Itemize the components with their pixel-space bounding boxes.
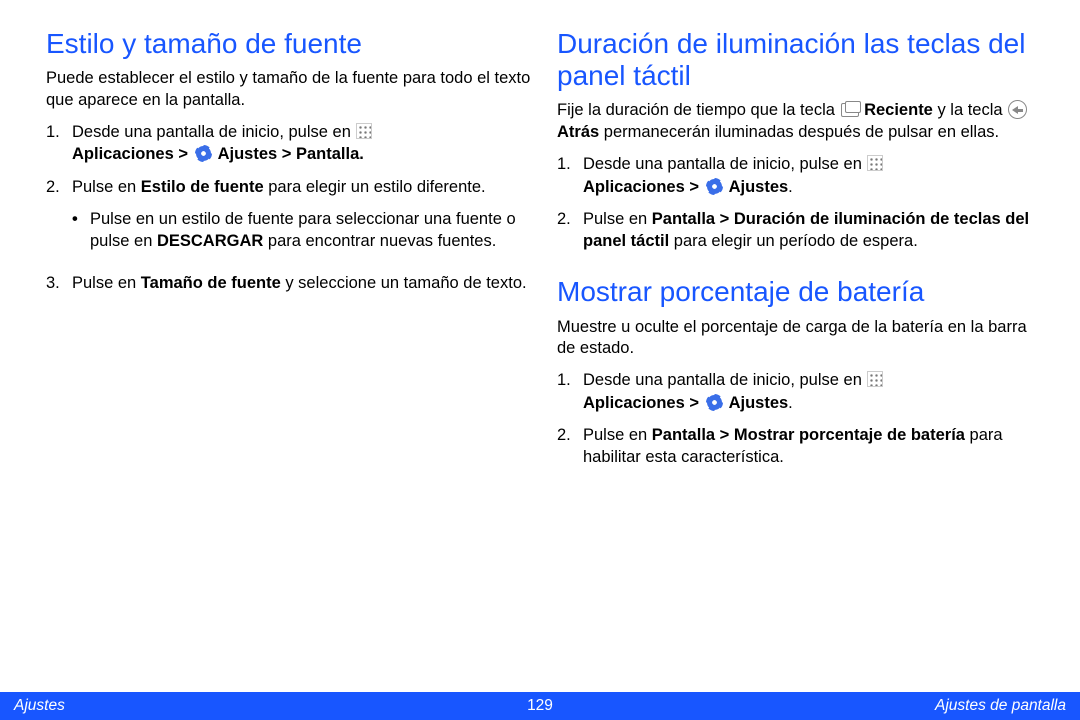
section-font-style: Estilo y tamaño de fuente Puede establec… — [46, 28, 531, 295]
text-fragment: Ajustes — [725, 394, 789, 412]
heading-battery-percent: Mostrar porcentaje de batería — [557, 276, 1042, 308]
text-fragment: Desde una pantalla de inicio, pulse en — [72, 123, 355, 141]
step-2: 2. Pulse en Estilo de fuente para elegir… — [46, 176, 531, 263]
text-fragment: y seleccione un tamaño de texto. — [281, 274, 527, 292]
bold-text: DESCARGAR — [157, 232, 263, 250]
step-text: Pulse en Pantalla > Duración de iluminac… — [583, 208, 1042, 253]
text-fragment: para elegir un estilo diferente. — [264, 178, 486, 196]
substeps-list: • Pulse en un estilo de fuente para sele… — [72, 208, 531, 253]
step-1: 1. Desde una pantalla de inicio, pulse e… — [46, 121, 531, 166]
section-key-illumination: Duración de iluminación las teclas del p… — [557, 28, 1042, 252]
text-fragment: Aplicaciones > — [583, 394, 704, 412]
step-1: 1. Desde una pantalla de inicio, pulse e… — [557, 369, 1042, 414]
bold-text: Tamaño de fuente — [141, 274, 281, 292]
step-text: Pulse en Pantalla > Mostrar porcentaje d… — [583, 424, 1042, 469]
bold-text: Atrás — [557, 123, 599, 141]
step-number: 2. — [557, 424, 583, 469]
step-text: Desde una pantalla de inicio, pulse en A… — [583, 369, 1042, 414]
two-column-layout: Estilo y tamaño de fuente Puede establec… — [46, 28, 1042, 492]
footer-page-number: 129 — [0, 697, 1080, 715]
intro-text: Muestre u oculte el porcentaje de carga … — [557, 317, 1042, 360]
text-fragment: . — [788, 178, 793, 196]
text-fragment: Ajustes — [725, 178, 789, 196]
apps-grid-icon — [867, 155, 883, 171]
gear-icon — [195, 145, 212, 162]
text-fragment: . — [788, 394, 793, 412]
text-fragment: Pulse en — [583, 210, 652, 228]
step-text: Desde una pantalla de inicio, pulse en A… — [583, 153, 1042, 198]
step-number: 1. — [557, 369, 583, 414]
text-fragment: Pulse en — [72, 178, 141, 196]
text-fragment: Pulse en — [583, 426, 652, 444]
text-fragment: para encontrar nuevas fuentes. — [263, 232, 496, 250]
step-number: 1. — [46, 121, 72, 166]
gear-icon — [706, 178, 723, 195]
steps-list: 1. Desde una pantalla de inicio, pulse e… — [46, 121, 531, 295]
gear-icon — [706, 394, 723, 411]
text-fragment: Ajustes > Pantalla. — [214, 145, 364, 163]
apps-grid-icon — [867, 371, 883, 387]
step-number: 2. — [46, 176, 72, 263]
substep-text: Pulse en un estilo de fuente para selecc… — [90, 208, 531, 253]
step-text: Pulse en Estilo de fuente para elegir un… — [72, 176, 531, 263]
bullet-icon: • — [72, 208, 90, 253]
left-column: Estilo y tamaño de fuente Puede establec… — [46, 28, 531, 492]
heading-font-style: Estilo y tamaño de fuente — [46, 28, 531, 60]
right-column: Duración de iluminación las teclas del p… — [557, 28, 1042, 492]
step-1: 1. Desde una pantalla de inicio, pulse e… — [557, 153, 1042, 198]
page-footer: Ajustes 129 Ajustes de pantalla — [0, 692, 1080, 720]
text-fragment: Desde una pantalla de inicio, pulse en — [583, 371, 866, 389]
bold-path: Aplicaciones > Ajustes — [583, 394, 788, 412]
step-text: Pulse en Tamaño de fuente y seleccione u… — [72, 272, 531, 294]
section-battery-percent: Mostrar porcentaje de batería Muestre u … — [557, 276, 1042, 468]
step-2: 2. Pulse en Pantalla > Duración de ilumi… — [557, 208, 1042, 253]
bold-path: Aplicaciones > Ajustes > Pantalla. — [72, 145, 364, 163]
text-fragment: Fije la duración de tiempo que la tecla — [557, 101, 840, 119]
step-number: 3. — [46, 272, 72, 294]
manual-page: Estilo y tamaño de fuente Puede establec… — [0, 0, 1080, 720]
step-text: Desde una pantalla de inicio, pulse en A… — [72, 121, 531, 166]
step-2: 2. Pulse en Pantalla > Mostrar porcentaj… — [557, 424, 1042, 469]
apps-grid-icon — [356, 123, 372, 139]
text-fragment: Aplicaciones > — [583, 178, 704, 196]
footer-right: Ajustes de pantalla — [935, 697, 1066, 715]
text-fragment: permanecerán iluminadas después de pulsa… — [599, 123, 999, 141]
recent-key-icon — [841, 103, 859, 117]
substep: • Pulse en un estilo de fuente para sele… — [72, 208, 531, 253]
text-fragment: Aplicaciones > — [72, 145, 193, 163]
step-number: 1. — [557, 153, 583, 198]
text-fragment: para elegir un período de espera. — [669, 232, 918, 250]
text-fragment: Pulse en — [72, 274, 141, 292]
bold-path: Aplicaciones > Ajustes — [583, 178, 788, 196]
heading-key-illumination: Duración de iluminación las teclas del p… — [557, 28, 1042, 92]
bold-text: Estilo de fuente — [141, 178, 264, 196]
bold-text: Reciente — [860, 101, 933, 119]
bold-text: Pantalla > Mostrar porcentaje de batería — [652, 426, 965, 444]
steps-list: 1. Desde una pantalla de inicio, pulse e… — [557, 369, 1042, 468]
step-3: 3. Pulse en Tamaño de fuente y seleccion… — [46, 272, 531, 294]
text-fragment: Desde una pantalla de inicio, pulse en — [583, 155, 866, 173]
step-number: 2. — [557, 208, 583, 253]
back-key-icon — [1008, 100, 1027, 119]
intro-text: Fije la duración de tiempo que la tecla … — [557, 100, 1042, 143]
text-fragment: y la tecla — [933, 101, 1007, 119]
steps-list: 1. Desde una pantalla de inicio, pulse e… — [557, 153, 1042, 252]
intro-text: Puede establecer el estilo y tamaño de l… — [46, 68, 531, 111]
